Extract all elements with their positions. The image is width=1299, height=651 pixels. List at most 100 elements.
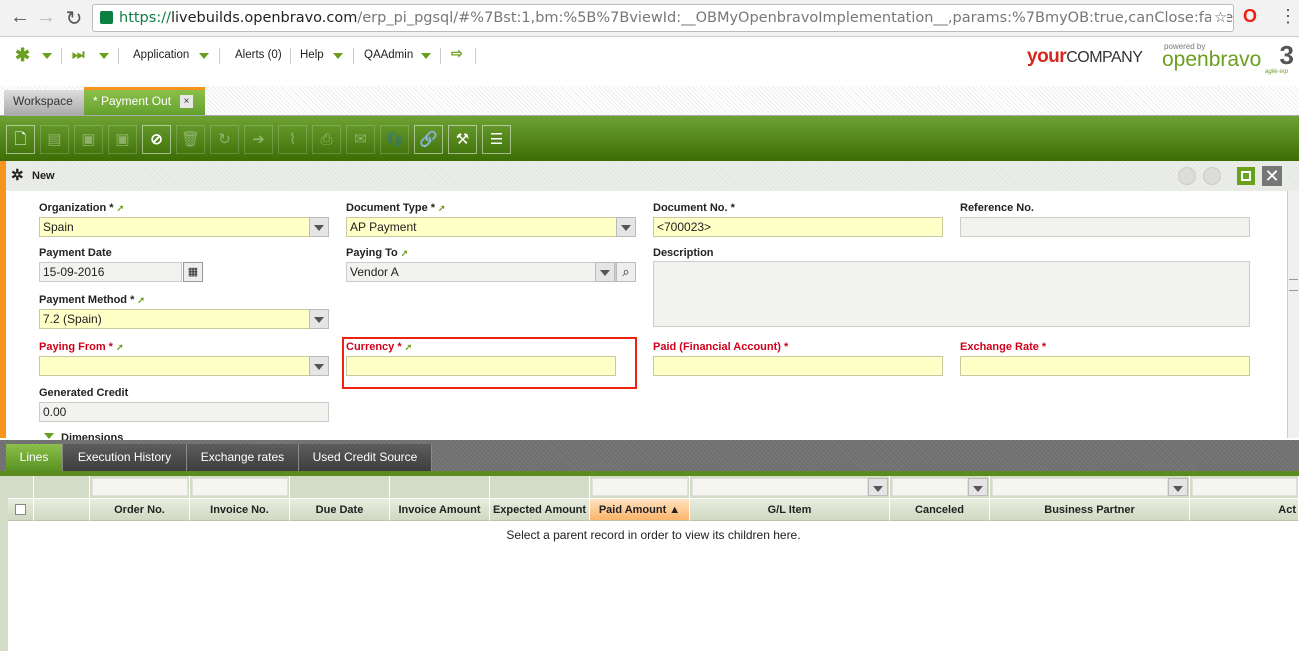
previous-record-icon[interactable] [1178,167,1196,185]
quick-launch-icon[interactable]: ⏭ [72,46,85,63]
delete-icon[interactable]: 🗑 [176,125,205,154]
column-header-expected-amount[interactable]: Expected Amount [490,499,590,521]
paying-from-select[interactable] [39,356,329,376]
tab-workspace[interactable]: Workspace [4,90,84,115]
chevron-down-icon[interactable] [1168,478,1188,496]
print-icon[interactable]: ⎙ [312,125,341,154]
link-icon[interactable]: 🔗 [414,125,443,154]
divider [219,48,220,64]
column-header-canceled[interactable]: Canceled [890,499,990,521]
filter-act[interactable] [1192,478,1297,496]
url-host: livebuilds.openbravo.com [170,10,358,26]
chevron-down-icon[interactable] [309,309,329,329]
column-header-due-date[interactable]: Due Date [290,499,390,521]
document-type-select[interactable]: AP Payment [346,217,636,237]
help-menu[interactable]: Help [300,49,324,61]
user-menu[interactable]: QAAdmin [364,49,413,61]
menu-icon[interactable]: ⋮ [1279,6,1297,27]
reference-no-input[interactable] [960,217,1250,237]
application-menu[interactable]: Application [133,49,189,61]
generated-credit-input: 0.00 [39,402,329,422]
tab-label: * Payment Out [93,94,172,108]
chevron-down-icon[interactable] [868,478,888,496]
filter-business-partner[interactable] [992,478,1168,496]
chevron-down-icon[interactable] [99,53,109,59]
form-scrollbar[interactable] [1287,191,1299,438]
column-header-gl-item[interactable]: G/L Item [690,499,890,521]
chevron-down-icon[interactable] [309,356,329,376]
toolbar: 🗋 ▤ ▣ ▣ ⊘ 🗑 ↻ ➔ ⌇ ⎙ ✉ 👣 🔗 ⚒ ☰ [0,115,1299,161]
audit-trail-icon[interactable]: 👣 [380,125,409,154]
bookmark-star-icon[interactable]: ☆ [1211,5,1227,31]
column-header-invoice-no[interactable]: Invoice No. [190,499,290,521]
search-icon[interactable]: ⌕ [616,262,636,282]
filter-gl-item[interactable] [692,478,868,496]
reload-icon[interactable]: ↻ [62,6,86,31]
alerts-link[interactable]: Alerts (0) [235,49,282,61]
column-header-invoice-amount[interactable]: Invoice Amount [390,499,490,521]
refresh-icon[interactable]: ↻ [210,125,239,154]
address-bar[interactable]: https://livebuilds.openbravo.com/erp_pi_… [92,4,1234,32]
column-header-paid-amount[interactable]: Paid Amount ▲ [590,499,690,521]
subtab-used-credit-source[interactable]: Used Credit Source [299,444,432,471]
new-document-icon[interactable]: 🗋 [6,125,35,154]
filter-order-no[interactable] [92,478,188,496]
document-no-input[interactable]: <700023> [653,217,943,237]
currency-select[interactable] [346,356,616,376]
payment-method-select[interactable]: 7.2 (Spain) [39,309,329,329]
select-all-checkbox[interactable] [15,504,26,515]
quick-create-icon[interactable]: ✱ [15,45,30,66]
exchange-rate-input[interactable] [960,356,1250,376]
lines-grid: Order No. Invoice No. Due Date Invoice A… [0,476,1299,651]
save-close-icon[interactable]: ▣ [108,125,137,154]
lock-icon [100,11,113,24]
calendar-icon[interactable]: ▦ [183,262,203,282]
opera-icon[interactable]: O [1243,6,1257,27]
paying-to-select[interactable]: Vendor A [346,262,616,282]
toggle-view-icon[interactable]: ☰ [482,125,511,154]
tab-payment-out[interactable]: * Payment Out × [84,87,205,115]
description-textarea[interactable] [653,261,1250,327]
chevron-down-icon[interactable] [421,53,431,59]
next-record-icon[interactable] [1203,167,1221,185]
close-form-icon[interactable]: ✕ [1262,166,1282,186]
email-icon[interactable]: ✉ [346,125,375,154]
save-icon[interactable]: ▣ [74,125,103,154]
chevron-down-icon[interactable] [309,217,329,237]
column-header-order-no[interactable]: Order No. [90,499,190,521]
back-icon[interactable]: ← [8,6,32,29]
export-icon[interactable]: ➔ [244,125,273,154]
divider [353,48,354,64]
chevron-down-icon[interactable] [595,262,615,282]
column-header-act[interactable]: Act [1190,499,1299,521]
maximize-icon[interactable] [1237,167,1255,185]
payment-date-input[interactable]: 15-09-2016 [39,262,182,282]
chevron-down-icon[interactable] [199,53,209,59]
personalize-icon[interactable]: ⚒ [448,125,477,154]
scroll-thumb[interactable] [1289,279,1298,291]
chevron-down-icon[interactable] [968,478,988,496]
logout-icon[interactable]: ⇨ [451,45,463,62]
filter-canceled[interactable] [892,478,968,496]
organization-select[interactable]: Spain [39,217,329,237]
close-tab-icon[interactable]: × [180,95,193,108]
chevron-down-icon[interactable] [616,217,636,237]
column-header-business-partner[interactable]: Business Partner [990,499,1190,521]
filter-paid-amount[interactable] [592,478,688,496]
filter-invoice-no[interactable] [192,478,288,496]
expand-section-icon[interactable] [44,433,54,439]
new-row-icon[interactable]: ▤ [40,125,69,154]
paid-account-input[interactable] [653,356,943,376]
attach-icon[interactable]: ⌇ [278,125,307,154]
url-scheme: https:// [119,10,171,26]
chevron-down-icon[interactable] [333,53,343,59]
subtab-lines[interactable]: Lines [6,444,63,471]
forward-icon[interactable]: → [34,6,58,29]
subtab-exchange-rates[interactable]: Exchange rates [187,444,299,471]
divider [475,48,476,64]
subtab-execution-history[interactable]: Execution History [63,444,187,471]
chevron-down-icon[interactable] [42,53,52,59]
undo-icon[interactable]: ⊘ [142,125,171,154]
url-path: /erp_pi_pgsql/#%7Bst:1,bm:%5B%7BviewId:_… [357,10,1234,26]
record-status: New [32,170,55,182]
